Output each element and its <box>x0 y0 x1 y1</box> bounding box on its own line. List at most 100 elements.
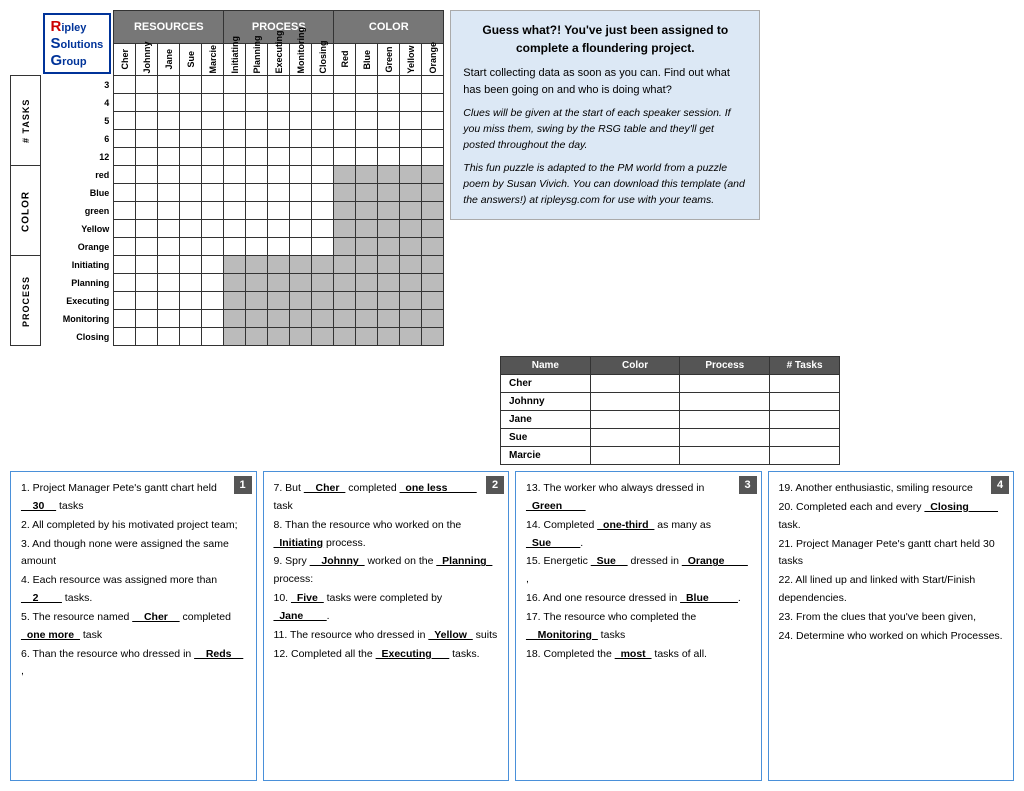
col-blue: Blue <box>356 43 378 76</box>
row-label-green: green <box>41 202 114 220</box>
main-grid: Ripley Solutions Group Resources Process… <box>10 10 444 346</box>
clue-line: 19. Another enthusiastic, smiling resour… <box>779 480 1004 498</box>
answer-col-process: Process <box>680 357 770 375</box>
clue-line: 9. Spry __Johnny_ worked on the _Plannin… <box>274 553 499 589</box>
table-row: Planning <box>11 274 444 292</box>
table-row: green <box>11 202 444 220</box>
col-marcie: Marcie <box>202 43 224 76</box>
table-row: Executing <box>11 292 444 310</box>
row-label-yellow: Yellow <box>41 220 114 238</box>
clue-line: 5. The resource named __Cher__ completed… <box>21 609 246 645</box>
clue-line: 17. The resource who completed the __Mon… <box>526 609 751 645</box>
col-green: Green <box>378 43 400 76</box>
clue-box-1: 1 1. Project Manager Pete's gantt chart … <box>10 471 257 781</box>
col-johnny: Johnny <box>136 43 158 76</box>
clues-section: 1 1. Project Manager Pete's gantt chart … <box>10 471 1014 781</box>
info-box: Guess what?! You've just been assigned t… <box>450 10 760 220</box>
row-label-12: 12 <box>41 148 114 166</box>
table-row: Process Initiating <box>11 256 444 274</box>
clue-line: 7. But __Cher_ completed _one less_____ … <box>274 480 499 516</box>
col-jane: Jane <box>158 43 180 76</box>
col-cher: Cher <box>114 43 136 76</box>
clue-line: 23. From the clues that you've been give… <box>779 609 1004 627</box>
answer-col-name: Name <box>501 357 591 375</box>
table-row: Johnny <box>501 393 840 411</box>
page: Ripley Solutions Group Resources Process… <box>0 0 1024 791</box>
puzzle-area: Ripley Solutions Group Resources Process… <box>10 10 444 346</box>
row-label-executing: Executing <box>41 292 114 310</box>
clue-line: 16. And one resource dressed in _Blue___… <box>526 590 751 608</box>
clue-box-4: 4 19. Another enthusiastic, smiling reso… <box>768 471 1015 781</box>
row-label-blue: Blue <box>41 184 114 202</box>
info-title: Guess what?! You've just been assigned t… <box>463 21 747 57</box>
resources-header: Resources <box>114 11 224 44</box>
answer-col-tasks: # Tasks <box>770 357 840 375</box>
answer-col-color: Color <box>590 357 680 375</box>
table-row: Yellow <box>11 220 444 238</box>
clue-line: 21. Project Manager Pete's gantt chart h… <box>779 536 1004 572</box>
answer-table-container: Name Color Process # Tasks Cher Johnny <box>500 356 840 465</box>
row-label-3: 3 <box>41 76 114 94</box>
clue-line: 18. Completed the _most_ tasks of all. <box>526 646 751 664</box>
answer-table-header-row: Name Color Process # Tasks <box>501 357 840 375</box>
table-row: Color red <box>11 166 444 184</box>
clue-number-4: 4 <box>991 476 1009 494</box>
col-executing: Executing <box>268 43 290 76</box>
table-row: Marcie <box>501 447 840 465</box>
info-para3: This fun puzzle is adapted to the PM wor… <box>463 161 747 208</box>
row-label-red: red <box>41 166 114 184</box>
clue-line: 3. And though none were assigned the sam… <box>21 536 246 572</box>
table-row: 6 <box>11 130 444 148</box>
col-initiating: Initiating <box>224 43 246 76</box>
tasks-section-label: # Tasks <box>11 76 41 166</box>
table-row: 12 <box>11 148 444 166</box>
answer-name-jane: Jane <box>501 411 591 429</box>
clue-line: 6. Than the resource who dressed in __Re… <box>21 646 246 682</box>
table-row: Sue <box>501 429 840 447</box>
clue-line: 11. The resource who dressed in _Yellow_… <box>274 627 499 645</box>
clue-line: 22. All lined up and linked with Start/F… <box>779 572 1004 608</box>
table-row: 4 <box>11 94 444 112</box>
clue-box-2: 2 7. But __Cher_ completed _one less____… <box>263 471 510 781</box>
table-row: # Tasks 3 <box>11 76 444 94</box>
row-label-monitoring: Monitoring <box>41 310 114 328</box>
clue-line: 14. Completed _one-third_ as many as _Su… <box>526 517 751 553</box>
col-sue: Sue <box>180 43 202 76</box>
row-label-initiating: Initiating <box>41 256 114 274</box>
clue-line: 12. Completed all the _Executing___ task… <box>274 646 499 664</box>
clue-line: 10. _Five_ tasks were completed by _Jane… <box>274 590 499 626</box>
middle-area: Name Color Process # Tasks Cher Johnny <box>10 352 1014 465</box>
col-yellow: Yellow <box>400 43 422 76</box>
answer-name-cher: Cher <box>501 375 591 393</box>
table-row: Orange <box>11 238 444 256</box>
answer-name-johnny: Johnny <box>501 393 591 411</box>
answer-name-sue: Sue <box>501 429 591 447</box>
col-red: Red <box>334 43 356 76</box>
col-planning: Planning <box>246 43 268 76</box>
row-label-6: 6 <box>41 130 114 148</box>
table-row: Blue <box>11 184 444 202</box>
clue-number-3: 3 <box>739 476 757 494</box>
table-row: Cher <box>501 375 840 393</box>
color-header: Color <box>334 11 444 44</box>
logo: Ripley Solutions Group <box>43 13 112 74</box>
top-section: Ripley Solutions Group Resources Process… <box>10 10 1014 346</box>
clue-number-1: 1 <box>234 476 252 494</box>
table-row: Monitoring <box>11 310 444 328</box>
clue-line: 2. All completed by his motivated projec… <box>21 517 246 535</box>
color-section-label: Color <box>11 166 41 256</box>
clue-line: 8. Than the resource who worked on the _… <box>274 517 499 553</box>
clue-number-2: 2 <box>486 476 504 494</box>
clue-box-3: 3 13. The worker who always dressed in _… <box>515 471 762 781</box>
clue-line: 15. Energetic _Sue__ dressed in _Orange_… <box>526 553 751 589</box>
col-closing: Closing <box>312 43 334 76</box>
col-monitoring: Monitoring <box>290 43 312 76</box>
answer-name-marcie: Marcie <box>501 447 591 465</box>
clue-line: 1. Project Manager Pete's gantt chart he… <box>21 480 246 516</box>
table-row: Closing <box>11 328 444 346</box>
clue-line: 20. Completed each and every _Closing___… <box>779 499 1004 535</box>
col-orange: Orange <box>422 43 444 76</box>
table-row: 5 <box>11 112 444 130</box>
row-label-5: 5 <box>41 112 114 130</box>
row-label-orange: Orange <box>41 238 114 256</box>
